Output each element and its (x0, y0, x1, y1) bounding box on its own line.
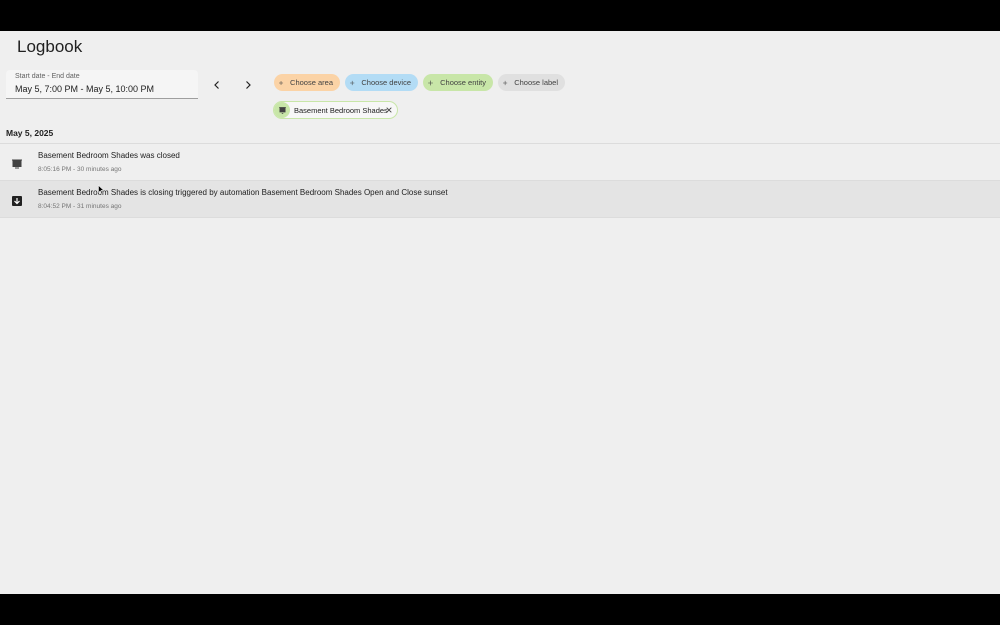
date-range-picker[interactable]: Start date - End date May 5, 7:00 PM - M… (6, 70, 198, 99)
selected-entity-chip[interactable]: Basement Bedroom Shades (273, 101, 398, 119)
window-shade-icon (274, 102, 290, 118)
log-entry-time: 8:05:16 PM - 30 minutes ago (38, 166, 122, 173)
plus-icon (350, 80, 355, 85)
arrow-down-box-icon (11, 194, 23, 206)
date-range-label: Start date - End date (15, 73, 80, 80)
remove-entity-button[interactable] (384, 105, 394, 115)
chevron-right-icon (246, 81, 251, 89)
choose-label-label: Choose label (514, 78, 558, 87)
log-entry-message: Basement Bedroom Shades was closed (38, 151, 180, 160)
divider (0, 217, 1000, 218)
next-period-button[interactable] (239, 76, 257, 94)
choose-entity-label: Choose entity (440, 78, 486, 87)
plus-icon (279, 80, 284, 85)
plus-icon (503, 80, 508, 85)
log-entry-time: 8:04:52 PM - 31 minutes ago (38, 203, 122, 210)
choose-device-chip[interactable]: Choose device (345, 74, 418, 91)
letterbox-bottom (0, 594, 1000, 625)
log-entry[interactable]: Basement Bedroom Shades is closing trigg… (0, 181, 1000, 217)
date-range-value: May 5, 7:00 PM - May 5, 10:00 PM (15, 84, 155, 94)
choose-area-label: Choose area (290, 78, 333, 87)
logbook-screen: Logbook Start date - End date May 5, 7:0… (0, 31, 1000, 594)
selected-entity-label: Basement Bedroom Shades (294, 105, 388, 115)
log-entry[interactable]: Basement Bedroom Shades was closed 8:05:… (0, 144, 1000, 180)
choose-label-chip[interactable]: Choose label (498, 74, 565, 91)
page-title: Logbook (17, 37, 83, 56)
chevron-left-icon (214, 81, 219, 89)
window-shade-closed-icon (11, 157, 23, 169)
choose-entity-chip[interactable]: Choose entity (423, 74, 493, 91)
log-date-header: May 5, 2025 (6, 128, 54, 138)
choose-area-chip[interactable]: Choose area (274, 74, 340, 91)
choose-device-label: Choose device (361, 78, 411, 87)
previous-period-button[interactable] (208, 76, 226, 94)
letterbox-top (0, 0, 1000, 31)
plus-icon (428, 80, 433, 85)
close-icon (386, 107, 392, 113)
mouse-cursor-icon (98, 185, 104, 194)
